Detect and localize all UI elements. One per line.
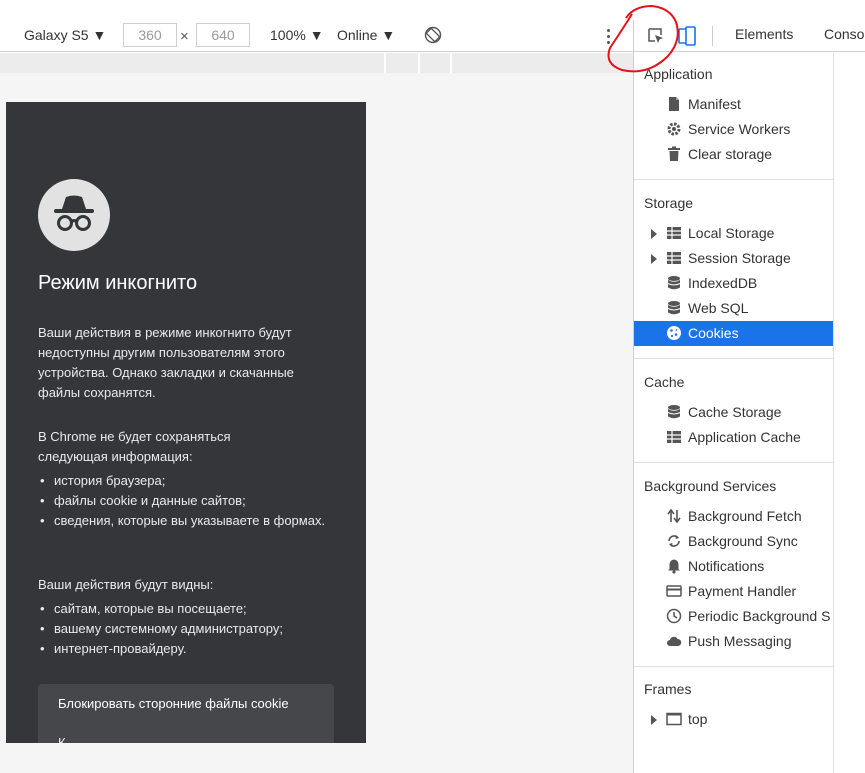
intro-text: Ваши действия в режиме инкогнито будут н… [38, 325, 294, 400]
section-background-services: Background Services [644, 478, 777, 494]
application-sidebar: Application Manifest Service Workers Cle… [634, 53, 834, 773]
grid-icon [666, 225, 682, 241]
dimension-separator: × [180, 28, 189, 45]
sidebar-item-background-sync[interactable]: Background Sync [634, 529, 833, 554]
sidebar-item-local-storage[interactable]: Local Storage [634, 221, 833, 246]
block-cookies-card[interactable]: Блокировать сторонние файлы cookie К [38, 684, 334, 743]
block-cookies-description: К [58, 735, 66, 743]
fetch-arrows-icon [666, 508, 682, 524]
sidebar-item-application-cache[interactable]: Application Cache [634, 425, 833, 450]
sidebar-item-service-workers[interactable]: Service Workers [634, 117, 833, 142]
sidebar-item-cache-storage[interactable]: Cache Storage [634, 400, 833, 425]
list-item: файлы cookie и данные сайтов; [38, 491, 338, 511]
device-viewport: Режим инкогнито Ваши действия в режиме и… [0, 73, 633, 773]
file-icon [666, 96, 682, 112]
sidebar-item-indexeddb[interactable]: IndexedDB [634, 271, 833, 296]
section-cache: Cache [644, 374, 685, 390]
sidebar-item-push-messaging[interactable]: Push Messaging [634, 629, 833, 654]
device-select[interactable]: Galaxy S5 ▼ [24, 20, 106, 51]
bell-icon [666, 558, 682, 574]
grid-icon [666, 429, 682, 445]
section-frames: Frames [644, 681, 692, 697]
width-input[interactable]: 360 [123, 23, 177, 47]
list-item: интернет-провайдеру. [38, 639, 338, 659]
cloud-icon [666, 633, 682, 649]
frame-icon [666, 711, 682, 727]
expand-arrow-icon[interactable] [651, 715, 657, 725]
sidebar-item-manifest[interactable]: Manifest [634, 92, 833, 117]
sidebar-item-cookies[interactable]: Cookies [634, 321, 833, 346]
annotation-circle [607, 4, 679, 73]
sidebar-item-web-sql[interactable]: Web SQL [634, 296, 833, 321]
tab-console[interactable]: Conso [824, 26, 864, 42]
expand-arrow-icon[interactable] [651, 254, 657, 264]
incognito-icon [38, 179, 110, 251]
height-input[interactable]: 640 [196, 23, 250, 47]
gear-icon [666, 121, 682, 137]
tab-elements[interactable]: Elements [735, 26, 793, 42]
sidebar-item-clear-storage[interactable]: Clear storage [634, 142, 833, 167]
block-cookies-title: Блокировать сторонние файлы cookie [58, 696, 289, 711]
expand-arrow-icon[interactable] [651, 229, 657, 239]
clock-icon [666, 608, 682, 624]
zoom-select[interactable]: 100% ▼ [270, 20, 324, 51]
cookie-icon [666, 325, 682, 341]
list-item: сайтам, которые вы посещаете; [38, 599, 338, 619]
list-item: сведения, которые вы указываете в формах… [38, 511, 338, 531]
incognito-page: Режим инкогнито Ваши действия в режиме и… [6, 102, 366, 743]
grid-icon [666, 250, 682, 266]
list-item: история браузера; [38, 471, 338, 491]
network-select[interactable]: Online ▼ [337, 20, 395, 51]
sidebar-item-background-fetch[interactable]: Background Fetch [634, 504, 833, 529]
tab-divider [712, 26, 713, 46]
sync-icon [666, 533, 682, 549]
list-item: вашему системному администратору; [38, 619, 338, 639]
section-storage: Storage [644, 195, 694, 211]
not-saved-heading: В Chrome не будет сохраняться следующая … [38, 429, 231, 464]
sidebar-item-notifications[interactable]: Notifications [634, 554, 833, 579]
rotate-icon[interactable] [424, 26, 442, 44]
database-icon [666, 404, 682, 420]
sidebar-item-payment-handler[interactable]: Payment Handler [634, 579, 833, 604]
devtools-panel: Elements Conso Application Manifest Serv… [633, 20, 865, 773]
not-saved-list: история браузера; файлы cookie и данные … [38, 471, 338, 531]
sidebar-item-periodic-background-sync[interactable]: Periodic Background S [634, 604, 833, 629]
database-icon [666, 300, 682, 316]
sidebar-item-frame-top[interactable]: top [634, 707, 833, 732]
database-icon [666, 275, 682, 291]
visible-heading: Ваши действия будут видны: [38, 577, 214, 592]
page-title: Режим инкогнито [38, 272, 198, 294]
card-icon [666, 583, 682, 599]
trash-icon [666, 146, 682, 162]
media-query-ruler [0, 53, 633, 73]
sidebar-item-session-storage[interactable]: Session Storage [634, 246, 833, 271]
visible-to-list: сайтам, которые вы посещаете; вашему сис… [38, 599, 338, 659]
